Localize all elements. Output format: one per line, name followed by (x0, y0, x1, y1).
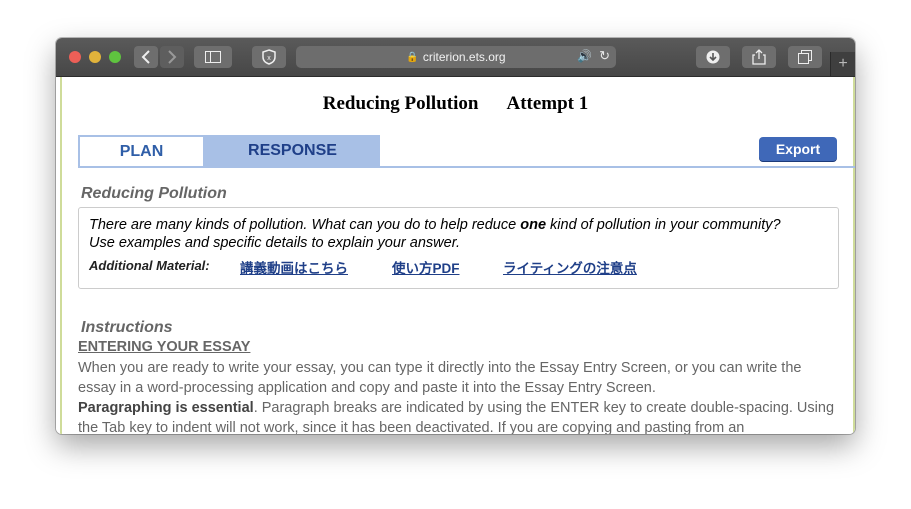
back-button[interactable] (134, 46, 158, 68)
forward-button[interactable] (160, 46, 184, 68)
tab-underline (78, 166, 855, 168)
tab-response[interactable]: RESPONSE (205, 135, 380, 167)
privacy-report-button[interactable]: x (252, 46, 286, 68)
url-text: criterion.ets.org (422, 50, 506, 64)
instructions-paragraph-2: Paragraphing is essential. Paragraph bre… (78, 398, 838, 434)
prompt-emphasis: one (520, 217, 547, 233)
writing-notes-link[interactable]: ライティングの注意点 (503, 257, 637, 277)
instructions-heading: Instructions (81, 319, 173, 336)
prompt-box: There are many kinds of pollution. What … (78, 207, 839, 289)
tabs-icon (798, 50, 812, 64)
instructions-paragraph-1: When you are ready to write your essay, … (78, 360, 802, 396)
address-bar[interactable]: 🔒 criterion.ets.org 🔊 ↻ (296, 46, 616, 68)
export-label: Export (775, 141, 821, 157)
prompt-line1-after: kind of pollution in your community? (546, 217, 781, 233)
page-title: Reducing Pollution Attempt 1 (56, 93, 855, 115)
lecture-video-link[interactable]: 講義動画はこちら (240, 257, 348, 277)
share-icon (752, 49, 766, 65)
tab-response-label: RESPONSE (248, 142, 337, 159)
prompt-line1-before: There are many kinds of pollution. What … (89, 217, 521, 233)
entering-essay-heading: ENTERING YOUR ESSAY (78, 339, 251, 355)
minimize-window-button[interactable] (89, 51, 101, 63)
browser-toolbar: x 🔒 criterion.ets.org 🔊 ↻ + (56, 38, 855, 77)
essay-title: Reducing Pollution (322, 93, 479, 114)
prompt-text: There are many kinds of pollution. What … (89, 216, 829, 252)
download-icon (706, 50, 720, 64)
audio-icon[interactable]: 🔊 (577, 49, 592, 63)
browser-window: x 🔒 criterion.ets.org 🔊 ↻ + Reducing Pol… (56, 38, 855, 434)
usage-pdf-link[interactable]: 使い方PDF (392, 257, 460, 277)
tab-plan-label: PLAN (119, 143, 164, 160)
sidebar-button[interactable] (194, 46, 232, 68)
reload-icon[interactable]: ↻ (599, 48, 610, 64)
additional-material-label: Additional Material: (89, 258, 210, 273)
attempt-label: Attempt 1 (506, 93, 589, 114)
lock-icon: 🔒 (406, 51, 419, 63)
prompt-line2: Use examples and specific details to exp… (89, 235, 461, 251)
paragraphing-emphasis: Paragraphing is essential (78, 400, 254, 416)
tab-plan[interactable]: PLAN (78, 135, 205, 167)
svg-text:x: x (267, 55, 271, 62)
back-icon (141, 50, 150, 64)
page-content: Reducing Pollution Attempt 1 PLAN RESPONS… (56, 77, 855, 434)
zoom-window-button[interactable] (109, 51, 121, 63)
new-tab-icon[interactable]: + (830, 52, 855, 76)
close-window-button[interactable] (69, 51, 81, 63)
frame-right-border (853, 77, 855, 434)
frame-left-border (60, 77, 62, 434)
prompt-heading: Reducing Pollution (81, 185, 227, 202)
privacy-shield-icon: x (262, 49, 276, 65)
export-button[interactable]: Export (759, 137, 837, 161)
share-button[interactable] (742, 46, 776, 68)
download-button[interactable] (696, 46, 730, 68)
tab-overview-button[interactable] (788, 46, 822, 68)
forward-icon (168, 50, 177, 64)
new-tab-label: + (838, 55, 848, 72)
sidebar-icon (205, 51, 221, 63)
